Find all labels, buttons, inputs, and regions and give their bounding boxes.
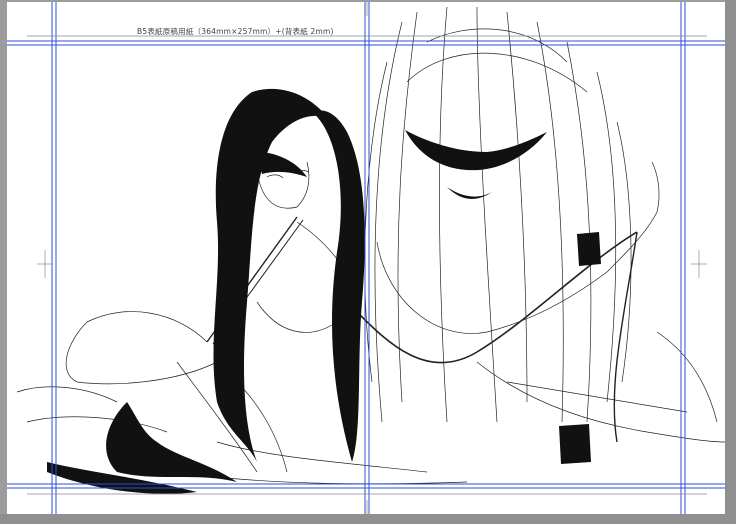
horizontal-scrollbar[interactable] (0, 514, 736, 524)
canvas-window: B5表紙原稿用紙（364mm×257mm）+(背表紙 2mm) (0, 0, 736, 524)
guide-lines (7, 2, 725, 514)
drawing-canvas[interactable]: B5表紙原稿用紙（364mm×257mm）+(背表紙 2mm) (7, 2, 725, 514)
vertical-scrollbar[interactable] (725, 0, 736, 524)
